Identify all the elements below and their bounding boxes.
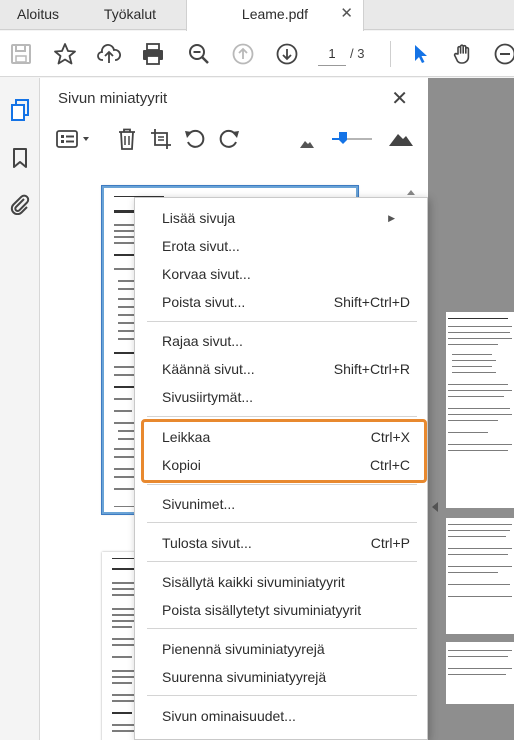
context-menu: Lisää sivuja ▶ Erota sivut... Korvaa siv… [134, 197, 428, 740]
page-number-input[interactable] [318, 42, 346, 66]
star-icon[interactable] [50, 39, 80, 69]
menu-item-crop-pages[interactable]: Rajaa sivut... [135, 328, 427, 354]
toolbar-divider [390, 41, 391, 67]
large-mountain-icon[interactable] [386, 126, 416, 152]
menu-item-label: Tulosta sivut... [162, 535, 252, 551]
document-page [446, 312, 514, 704]
tab-document[interactable]: Leame.pdf ✕ [186, 0, 364, 31]
document-view[interactable] [428, 78, 514, 740]
zoom-minus-icon[interactable] [490, 39, 514, 69]
menu-item-page-transitions[interactable]: Sivusiirtymät... [135, 384, 427, 410]
crop-icon[interactable] [148, 126, 174, 152]
menu-item-shortcut: Ctrl+P [370, 535, 410, 551]
menu-item-label: Kopioi [162, 457, 201, 473]
menu-item-copy[interactable]: Kopioi Ctrl+C [135, 452, 427, 478]
menu-separator [147, 416, 417, 417]
page-down-icon[interactable] [272, 39, 302, 69]
collapse-panel-icon[interactable] [432, 502, 438, 512]
options-icon[interactable] [54, 126, 94, 152]
menu-item-label: Erota sivut... [162, 238, 240, 254]
menu-separator [147, 628, 417, 629]
menu-item-label: Lisää sivuja [162, 210, 236, 226]
menu-item-print-pages[interactable]: Tulosta sivut... Ctrl+P [135, 530, 427, 556]
save-icon[interactable] [6, 39, 36, 69]
menu-item-label: Sivusiirtymät... [162, 389, 254, 405]
bookmark-icon[interactable] [6, 144, 34, 172]
menu-item-shortcut: Shift+Ctrl+D [333, 294, 410, 310]
tab-home[interactable]: Aloitus [0, 0, 76, 30]
menu-item-shortcut: Ctrl+C [369, 457, 410, 473]
menu-separator [147, 695, 417, 696]
page-up-icon[interactable] [228, 39, 258, 69]
menu-separator [147, 561, 417, 562]
menu-item-label: Rajaa sivut... [162, 333, 243, 349]
menu-item-label: Leikkaa [162, 429, 211, 445]
rotate-cw-icon[interactable] [216, 126, 242, 152]
menu-item-label: Sivun ominaisuudet... [162, 708, 296, 724]
zoom-out-icon[interactable] [184, 39, 214, 69]
tab-document-label: Leame.pdf [241, 6, 309, 22]
select-cursor-icon[interactable] [405, 39, 435, 69]
zoom-slider[interactable] [330, 126, 374, 152]
menu-item-page-properties[interactable]: Sivun ominaisuudet... [135, 703, 427, 729]
rotate-ccw-icon[interactable] [182, 126, 208, 152]
menu-item-replace-pages[interactable]: Korvaa sivut... [135, 261, 427, 287]
close-tab-icon[interactable]: ✕ [340, 0, 353, 28]
menu-item-label: Suurenna sivuminiatyyrejä [162, 669, 327, 685]
menu-item-shortcut: Shift+Ctrl+R [333, 361, 410, 377]
print-icon[interactable] [138, 39, 168, 69]
menu-item-label: Poista sivut... [162, 294, 246, 310]
menu-item-label: Korvaa sivut... [162, 266, 251, 282]
menu-item-label: Sisällytä kaikki sivuminiatyyrit [162, 574, 345, 590]
menu-separator [147, 321, 417, 322]
delete-icon[interactable] [114, 126, 140, 152]
menu-separator [147, 522, 417, 523]
menu-item-shortcut: Ctrl+X [370, 429, 410, 445]
menu-item-enlarge-thumbnails[interactable]: Suurenna sivuminiatyyrejä [135, 664, 427, 690]
menu-item-remove-embedded-thumbnails[interactable]: Poista sisällytetyt sivuminiatyyrit [135, 597, 427, 623]
menu-item-rotate-pages[interactable]: Käännä sivut... Shift+Ctrl+R [135, 356, 427, 382]
menu-item-reduce-thumbnails[interactable]: Pienennä sivuminiatyyrejä [135, 636, 427, 662]
main-toolbar: / 3 [0, 31, 514, 77]
menu-item-extract-pages[interactable]: Erota sivut... [135, 233, 427, 259]
menu-item-label: Pienennä sivuminiatyyrejä [162, 641, 325, 657]
tab-bar: Aloitus Työkalut Leame.pdf ✕ [0, 0, 514, 31]
attachment-icon[interactable] [6, 190, 34, 218]
tab-tools[interactable]: Työkalut [76, 0, 184, 30]
submenu-arrow-icon: ▶ [388, 213, 395, 223]
menu-separator [147, 484, 417, 485]
menu-item-insert-pages[interactable]: Lisää sivuja ▶ [135, 205, 427, 231]
menu-item-delete-pages[interactable]: Poista sivut... Shift+Ctrl+D [135, 289, 427, 315]
menu-item-label: Käännä sivut... [162, 361, 255, 377]
menu-item-embed-thumbnails[interactable]: Sisällytä kaikki sivuminiatyyrit [135, 569, 427, 595]
menu-item-page-labels[interactable]: Sivunimet... [135, 491, 427, 517]
panel-title: Sivun miniatyyrit [58, 90, 168, 107]
page-total-label: / 3 [350, 46, 365, 61]
menu-item-cut[interactable]: Leikkaa Ctrl+X [135, 424, 427, 450]
upload-icon[interactable] [94, 39, 124, 69]
panel-close-icon[interactable]: ✕ [391, 86, 408, 111]
menu-item-label: Poista sisällytetyt sivuminiatyyrit [162, 602, 362, 618]
hand-icon[interactable] [448, 39, 478, 69]
small-mountain-icon[interactable] [294, 130, 320, 156]
page-thumbnails-icon[interactable] [6, 96, 34, 124]
menu-item-label: Sivunimet... [162, 496, 236, 512]
navigation-rail [0, 78, 40, 740]
